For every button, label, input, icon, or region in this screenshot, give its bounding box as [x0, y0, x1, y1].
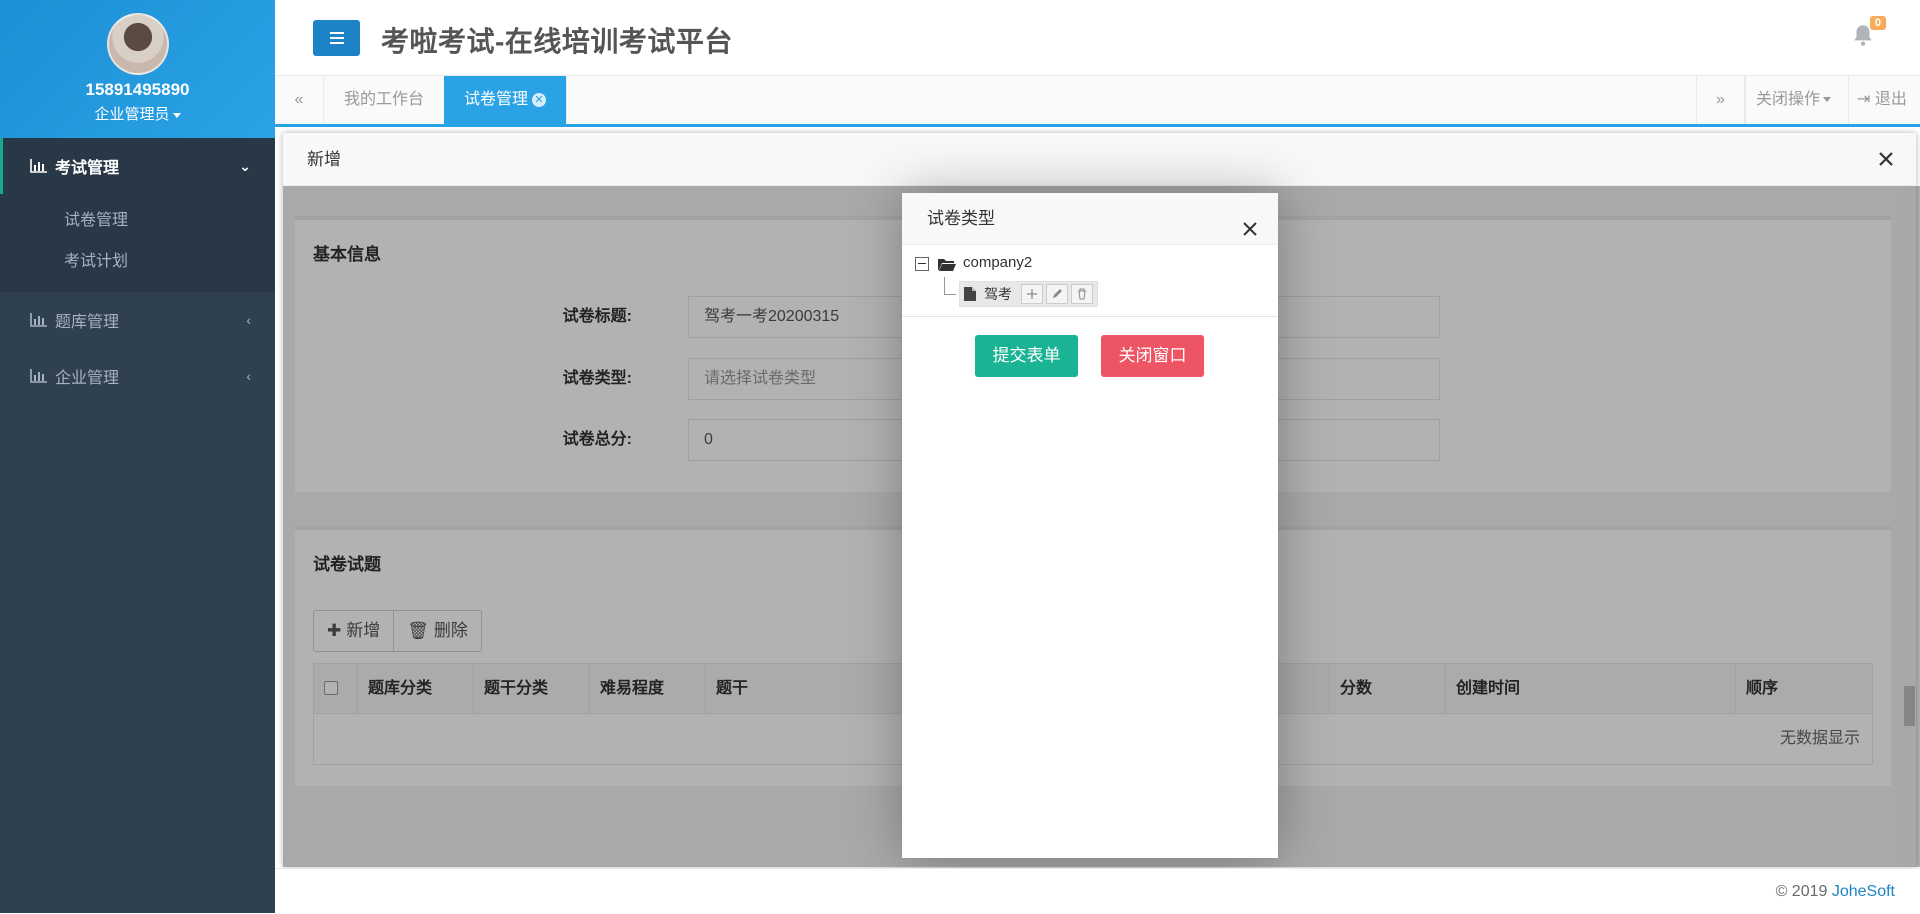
sidebar-item-label: 考试管理: [55, 160, 120, 177]
close-operations-label: 关闭操作: [1756, 91, 1821, 108]
sign-out-icon: ⇥: [1857, 91, 1871, 108]
user-role-dropdown[interactable]: 企业管理员: [0, 103, 275, 124]
avatar[interactable]: [107, 13, 169, 75]
dialog-title: 试卷类型: [902, 193, 1278, 245]
user-phone: 15891495890: [85, 80, 190, 99]
pencil-icon: [1053, 289, 1062, 298]
file-icon: [964, 287, 976, 301]
close-window-button[interactable]: 关闭窗口: [1101, 335, 1204, 377]
chevron-left-icon: ‹: [246, 368, 251, 384]
tab-paper-management[interactable]: 试卷管理 ✕: [444, 76, 568, 124]
notification-button[interactable]: 0: [1850, 16, 1886, 52]
submit-form-button[interactable]: 提交表单: [975, 335, 1078, 377]
close-icon: [1243, 222, 1257, 236]
hamburger-icon: [329, 37, 344, 39]
sidebar-item-exam-management[interactable]: 考试管理 ⌄: [0, 138, 275, 194]
chevron-down-icon: ⌄: [239, 157, 251, 174]
logout-button[interactable]: ⇥ 退出: [1848, 76, 1915, 124]
dialog-close-button[interactable]: [1240, 208, 1260, 236]
bar-chart-icon: [30, 369, 47, 383]
menu-toggle-button[interactable]: [313, 20, 360, 56]
sidebar-item-company-management[interactable]: 企业管理 ‹: [0, 348, 275, 404]
tree-delete-node-button[interactable]: [1071, 284, 1093, 304]
double-chevron-right-icon: »: [1716, 91, 1725, 108]
plus-icon: [1027, 289, 1037, 299]
close-operations-dropdown[interactable]: 关闭操作: [1745, 76, 1841, 124]
sidebar: 15891495890 企业管理员 考试管理 ⌄ 试卷管理 考试计划 题库管理 …: [0, 0, 275, 913]
sidebar-menu: 考试管理 ⌄ 试卷管理 考试计划 题库管理 ‹ 企业管理 ‹: [0, 138, 275, 404]
tab-scroll-right-button[interactable]: »: [1696, 76, 1745, 124]
tree-node-label: 驾考: [984, 286, 1012, 302]
user-role-label: 企业管理员: [94, 106, 170, 123]
caret-down-icon: [172, 112, 181, 118]
bar-chart-icon: [30, 313, 47, 327]
dialog-title-text: 试卷类型: [927, 209, 995, 228]
bar-chart-icon: [30, 159, 47, 173]
logout-label: 退出: [1874, 91, 1907, 108]
top-header: 考啦考试-在线培训考试平台 0: [275, 0, 1920, 76]
tree-collapse-toggle[interactable]: [915, 257, 929, 271]
submenu-exam: 试卷管理 考试计划: [0, 194, 275, 292]
tree-root-node[interactable]: company2: [963, 254, 1032, 271]
trash-icon: [1078, 288, 1086, 300]
caret-down-icon: [1823, 97, 1832, 103]
sidebar-subitem-paper-management[interactable]: 试卷管理: [0, 200, 275, 241]
sidebar-subitem-exam-plan[interactable]: 考试计划: [0, 241, 275, 282]
dialog-actions: 提交表单 关闭窗口: [902, 335, 1278, 377]
paper-type-dialog: 试卷类型 company2 驾考 提交表单 关闭窗口: [902, 193, 1278, 858]
tab-label: 试卷管理: [464, 91, 529, 108]
tree-edit-node-button[interactable]: [1046, 284, 1068, 304]
tab-bar: « 我的工作台 试卷管理 ✕ » 关闭操作 ⇥ 退出: [275, 76, 1920, 127]
tab-scroll-left-button[interactable]: «: [275, 76, 324, 124]
user-profile: 15891495890 企业管理员: [0, 0, 275, 138]
app-title: 考啦考试-在线培训考试平台: [381, 26, 733, 57]
footer: © 2019 JoheSoft: [275, 868, 1920, 913]
sidebar-item-label: 题库管理: [55, 314, 120, 331]
tab-close-icon[interactable]: ✕: [532, 92, 547, 107]
window-close-button[interactable]: [1874, 147, 1898, 171]
paper-type-tree: company2 驾考: [902, 245, 1278, 317]
folder-open-icon: [938, 259, 956, 271]
tree-add-node-button[interactable]: [1021, 284, 1043, 304]
double-chevron-left-icon: «: [294, 91, 304, 108]
notification-badge: 0: [1869, 16, 1886, 30]
brand-link[interactable]: JoheSoft: [1832, 883, 1895, 900]
tab-workbench[interactable]: 我的工作台: [324, 76, 446, 124]
window-title: 新增: [283, 133, 1916, 186]
sidebar-item-label: 企业管理: [55, 370, 120, 387]
chevron-left-icon: ‹: [246, 312, 251, 328]
tree-connector: [944, 277, 956, 295]
copyright-text: © 2019: [1775, 883, 1832, 900]
tree-child-node[interactable]: 驾考: [959, 281, 1098, 307]
close-icon: [1879, 152, 1893, 166]
sidebar-item-question-bank[interactable]: 题库管理 ‹: [0, 292, 275, 348]
